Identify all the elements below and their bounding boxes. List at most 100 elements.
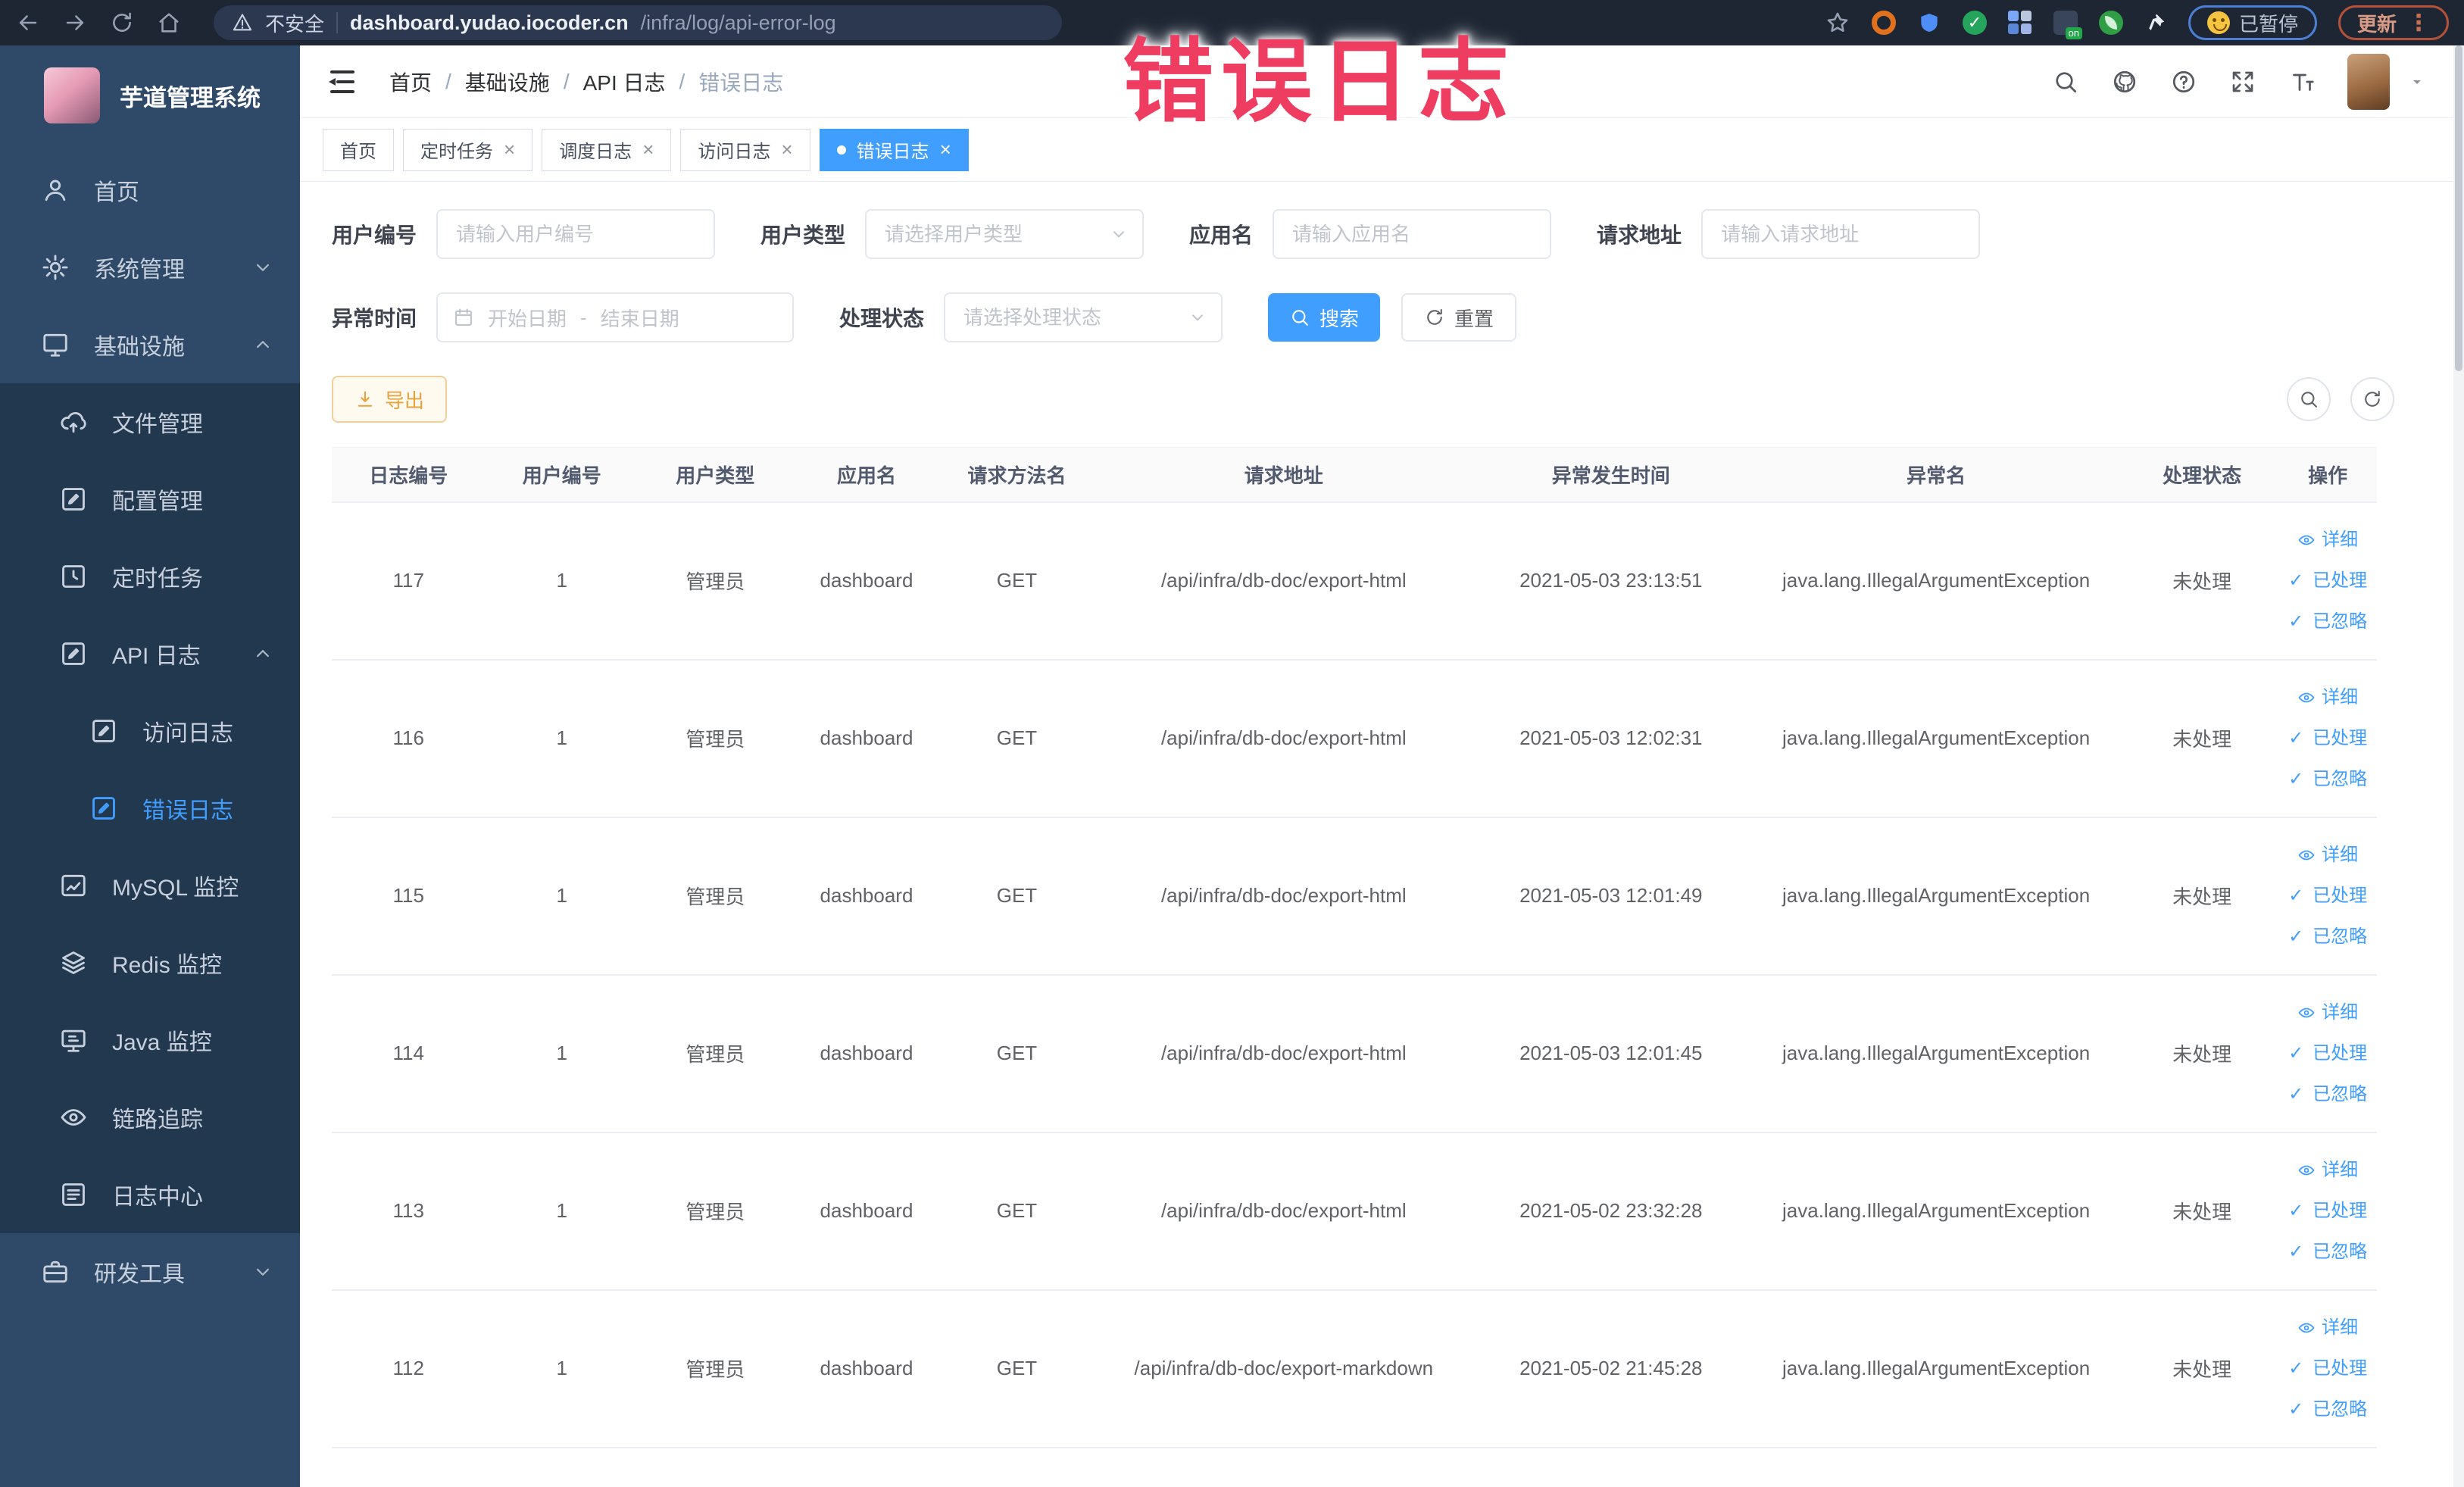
action-detail-link[interactable]: 详细 [2278,992,2377,1033]
action-processed-link[interactable]: ✓ 已处理 [2278,718,2377,759]
tab-错误日志[interactable]: 错误日志 × [819,128,969,171]
sidebar-item[interactable]: 系统管理 [0,229,300,306]
sidebar-item[interactable]: Java 监控 [0,1001,300,1079]
user-id-label: 用户编号 [332,223,417,247]
help-icon[interactable] [2170,68,2197,95]
toggle-search-button[interactable] [2287,377,2331,421]
user-id-input[interactable] [436,209,716,259]
home-icon[interactable] [156,10,182,36]
browser-extension-icon[interactable]: ✓ [1962,11,1987,35]
action-detail-link[interactable]: 详细 [2278,677,2377,718]
cell-url: /api/infra/db-doc/export-html [1092,1132,1476,1291]
back-icon[interactable] [15,10,41,36]
action-processed-link[interactable]: ✓ 已处理 [2278,1191,2377,1232]
breadcrumb-item[interactable]: API 日志 [583,67,666,97]
action-ignored-link[interactable]: ✓ 已忽略 [2278,1074,2377,1115]
action-detail-link[interactable]: 详细 [2278,520,2377,561]
chevron-down-icon[interactable] [2408,73,2426,91]
date-range-picker[interactable]: 开始日期 - 结束日期 [436,292,795,342]
refresh-table-button[interactable] [2350,377,2394,421]
collapse-sidebar-icon[interactable] [327,69,358,95]
action-ignored-link[interactable]: ✓ 已忽略 [2278,1232,2377,1273]
reload-icon[interactable] [109,10,135,36]
close-tab-icon[interactable]: × [504,138,515,161]
action-detail-link[interactable]: 详细 [2278,1307,2377,1348]
sidebar-item[interactable]: 日志中心 [0,1156,300,1233]
sidebar-item[interactable]: 基础设施 [0,306,300,383]
github-icon[interactable] [2111,68,2138,95]
table-row: 112 1 管理员 dashboard GET/api/infra/db-doc/exp… [332,1289,2377,1448]
sidebar-item[interactable]: 定时任务 [0,538,300,615]
action-ignored-link[interactable]: ✓ 已忽略 [2278,601,2377,642]
browser-extension-icon[interactable] [2007,11,2032,35]
sidebar-item-label: 错误日志 [142,798,233,823]
search-button[interactable]: 搜索 [1268,293,1381,342]
cell-exception: java.lang.IllegalArgumentException [1747,501,2125,661]
app-name-input[interactable] [1273,209,1552,259]
user-avatar[interactable] [2347,53,2390,110]
action-ignored-link[interactable]: ✓ 已忽略 [2278,1389,2377,1430]
date-end-placeholder: 结束日期 [600,307,679,330]
sidebar-item[interactable]: 研发工具 [0,1233,300,1310]
search-icon[interactable] [2052,68,2079,95]
address-bar[interactable]: 不安全 dashboard.yudao.iocoder.cn/infra/log… [214,5,1062,40]
app-logo[interactable]: 芋道管理系统 [0,45,300,145]
sidebar-item[interactable]: 配置管理 [0,461,300,538]
close-tab-icon[interactable]: × [940,138,951,161]
col-header: 异常名 [1747,447,2125,503]
tab-访问日志[interactable]: 访问日志 × [680,128,810,171]
sidebar-item[interactable]: Redis 监控 [0,924,300,1001]
font-size-icon[interactable] [2288,68,2316,95]
check-icon: ✓ [2288,1083,2304,1104]
action-processed-link[interactable]: ✓ 已处理 [2278,1033,2377,1074]
request-url-input[interactable] [1701,209,1981,259]
cell-method: GET [941,974,1093,1133]
action-detail-link[interactable]: 详细 [2278,1150,2377,1191]
sidebar-item[interactable]: MySQL 监控 [0,847,300,924]
sidebar-item[interactable]: 文件管理 [0,383,300,461]
browser-extension-icon[interactable] [2144,11,2167,34]
reset-button[interactable]: 重置 [1401,293,1517,342]
cell-exception: java.lang.IllegalArgumentException [1747,817,2125,976]
sidebar-item[interactable]: API 日志 [0,615,300,692]
cell-user_id: 1 [485,1132,639,1291]
sidebar-item[interactable]: 链路追踪 [0,1079,300,1156]
browser-menu-icon[interactable]: ⋮ [2406,10,2430,36]
action-ignored-link[interactable]: ✓ 已忽略 [2278,917,2377,957]
table-row: 116 1 管理员 dashboard GET/api/infra/db-doc/exp… [332,659,2377,818]
browser-extension-icon[interactable] [1917,11,1941,35]
breadcrumb-item[interactable]: 基础设施 [465,67,550,97]
breadcrumb-item[interactable]: 首页 [389,67,432,97]
browser-update-button[interactable]: 更新 ⋮ [2338,5,2449,40]
process-status-select[interactable] [944,292,1223,342]
export-button[interactable]: 导出 [332,376,448,423]
close-tab-icon[interactable]: × [781,138,792,161]
browser-extension-icon[interactable] [2098,11,2123,35]
fullscreen-icon[interactable] [2229,68,2256,95]
eye-icon [2297,1319,2316,1337]
sidebar-item[interactable]: 首页 [0,152,300,229]
action-processed-link[interactable]: ✓ 已处理 [2278,1348,2377,1389]
user-type-select[interactable] [865,209,1145,259]
tab-调度日志[interactable]: 调度日志 × [542,128,672,171]
sidebar-item[interactable]: 错误日志 [0,770,300,847]
sidebar-item[interactable]: 访问日志 [0,692,300,770]
action-processed-link[interactable]: ✓ 已处理 [2278,561,2377,601]
tab-首页[interactable]: 首页 [323,128,394,171]
forward-icon[interactable] [62,10,88,36]
tab-label: 错误日志 [856,142,929,162]
scrollbar-thumb[interactable] [2455,45,2462,371]
tab-定时任务[interactable]: 定时任务 × [403,128,533,171]
action-processed-link[interactable]: ✓ 已处理 [2278,876,2377,917]
app-title: 芋道管理系统 [120,84,261,111]
profile-paused-badge[interactable]: 已暂停 [2188,5,2317,40]
browser-extension-icon[interactable] [1871,11,1896,35]
action-ignored-link[interactable]: ✓ 已忽略 [2278,759,2377,800]
browser-extension-icon[interactable]: on [2053,11,2082,39]
action-detail-link[interactable]: 详细 [2278,835,2377,876]
sidebar-item-label: 研发工具 [94,1262,185,1287]
close-tab-icon[interactable]: × [642,138,654,161]
breadcrumb-current: 错误日志 [698,70,784,95]
java-icon [59,1026,88,1054]
bookmark-star-icon[interactable] [1825,10,1850,36]
